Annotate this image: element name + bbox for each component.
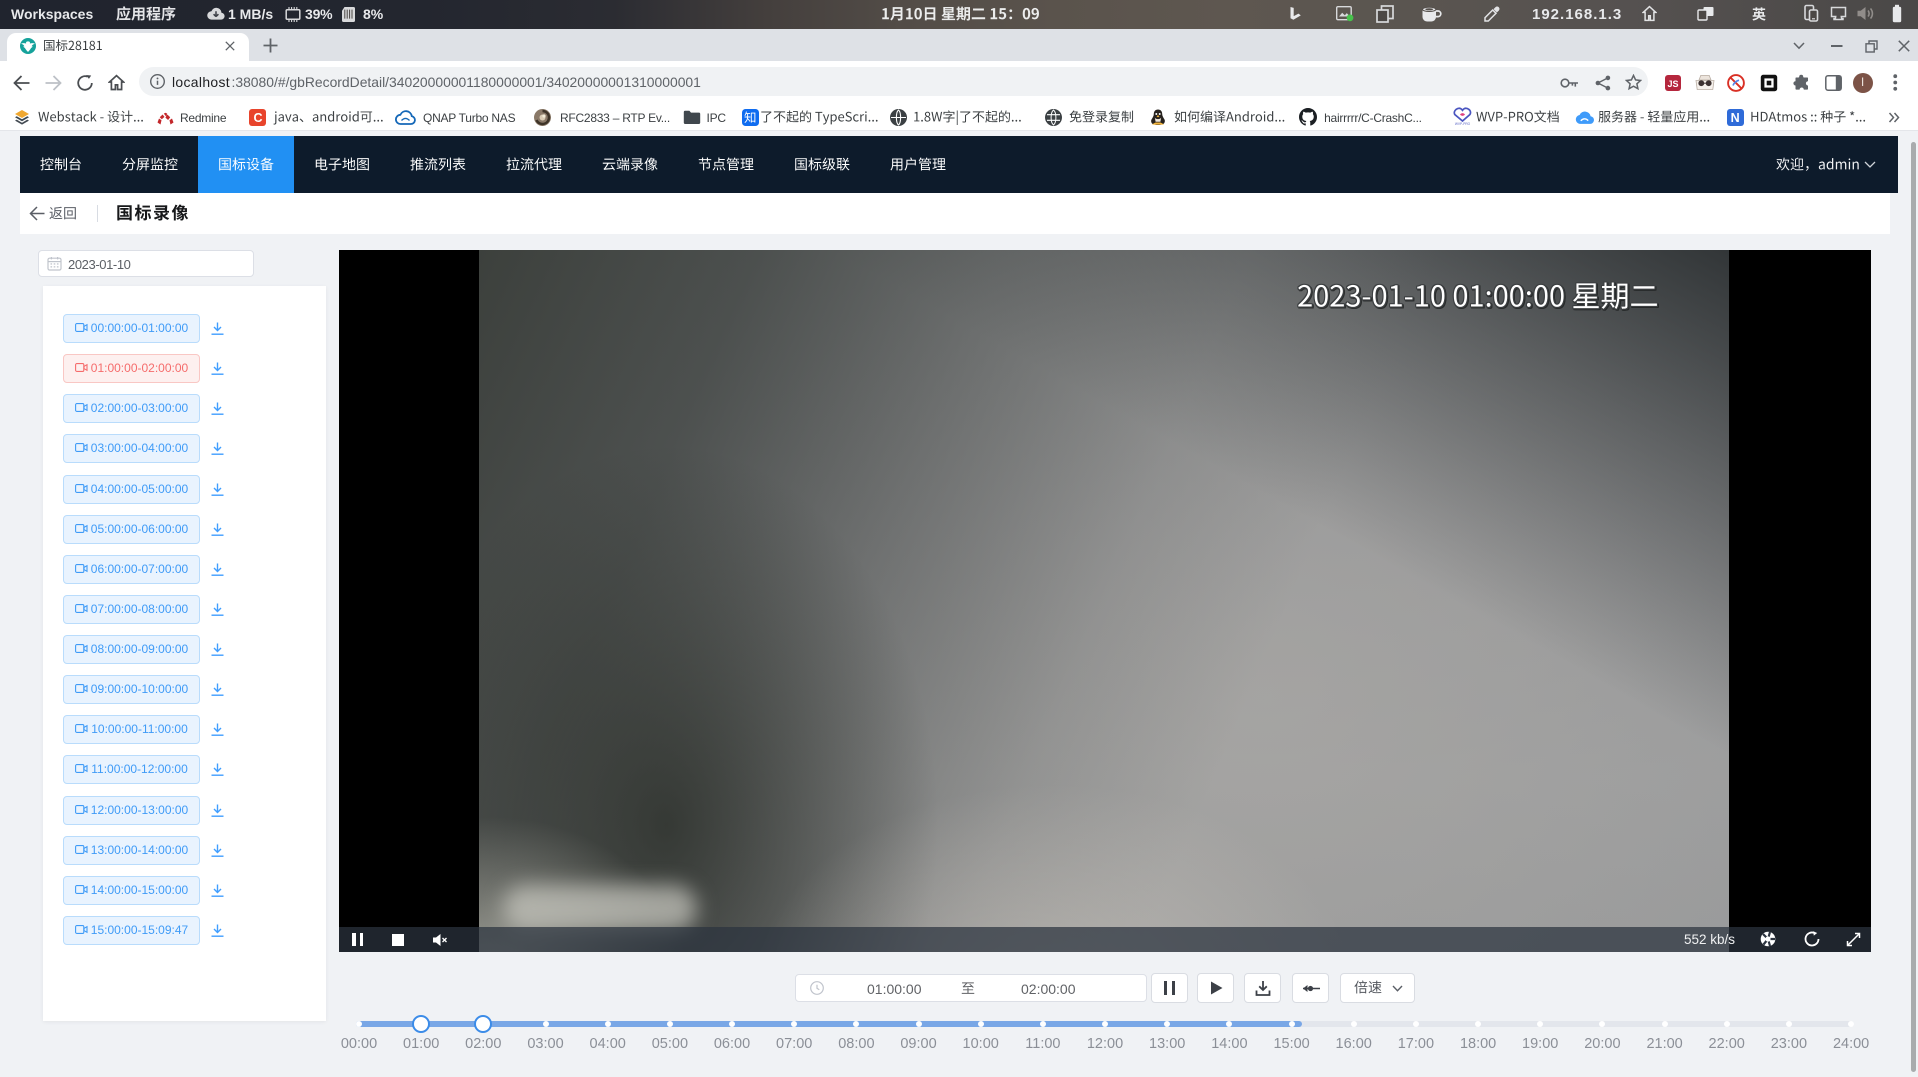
svg-text:WVP-PRO: WVP-PRO (1454, 122, 1470, 126)
